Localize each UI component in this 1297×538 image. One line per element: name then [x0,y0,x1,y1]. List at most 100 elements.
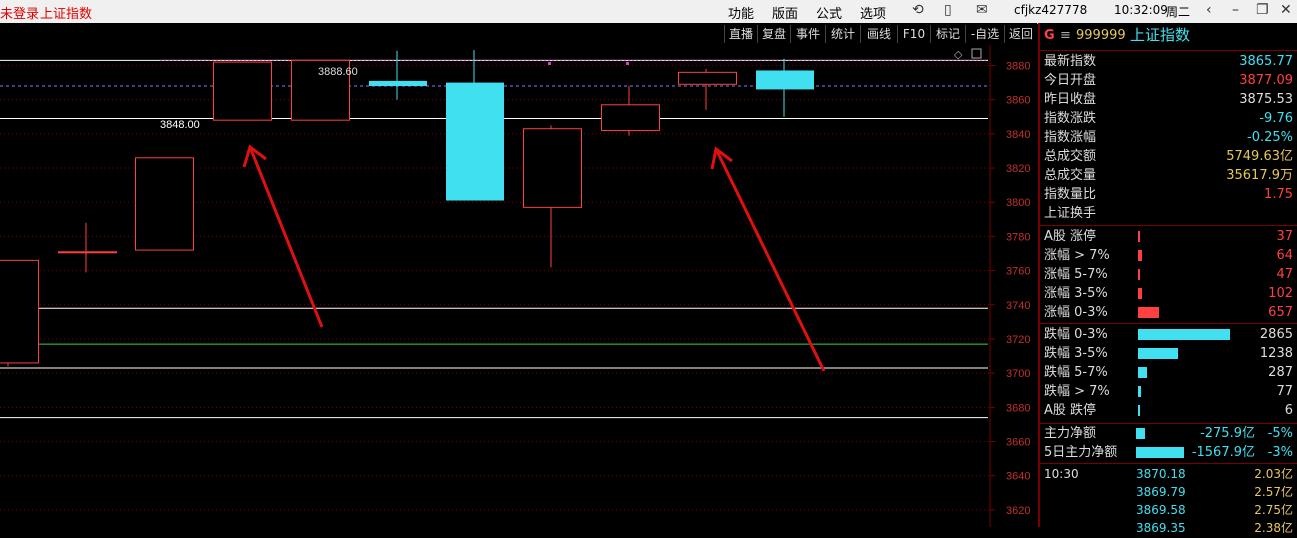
y-tick-label: 3720 [1006,334,1030,346]
toolbar-draw-button[interactable]: 画线 [860,25,897,43]
stat-value: 3877.09 [1239,73,1293,88]
refresh-icon[interactable]: ⟲ [912,2,924,18]
candle [213,61,272,121]
flow-pct: -5% [1267,426,1293,441]
candle [0,259,39,367]
stat-label: 总成交量 [1044,168,1097,183]
stat-label: 指数涨跌 [1044,111,1097,126]
panel-name: 上证指数 [1130,26,1191,44]
diamond-icon[interactable]: ◇ [954,48,963,61]
flow-row: 5日主力净额 -1567.9亿 -3% [1044,443,1295,462]
stat-row: 涨幅 0-3% 657 [1044,303,1295,322]
dist-bar [1138,307,1160,318]
menu-layout[interactable]: 版面 [772,3,798,22]
tick-row: 10:30 3870.18 2.03亿 [1044,465,1295,484]
stat-row: 总成交量 35617.9万 [1044,166,1295,185]
stat-label: 今日开盘 [1044,73,1097,88]
toolbar-replay-button[interactable]: 复盘 [757,25,790,43]
stat-label: 涨幅 0-3% [1044,305,1108,320]
dist-bar [1138,386,1141,397]
dist-bar [1138,231,1140,242]
high-annotation: 3888.60 [318,66,358,78]
toolbar-return-button[interactable]: 返回 [1004,25,1037,43]
stat-label: 最新指数 [1044,54,1097,69]
toolbar-stats-button[interactable]: 统计 [825,25,860,43]
chart-toolbar: 直播 复盘 事件 统计 画线 F10 标记 -自选 返回 [0,23,1037,45]
minimize-icon[interactable]: – [1232,2,1239,18]
mail-icon[interactable]: ✉ [976,2,988,18]
stat-value: 657 [1268,305,1293,320]
stat-row: 今日开盘 3877.09 [1044,71,1295,90]
y-tick-label: 3620 [1006,505,1030,517]
clock-weekday: 周二 [1166,5,1191,19]
toolbar-live-button[interactable]: 直播 [724,25,757,43]
tick-price: 3869.35 [1136,521,1186,535]
candle-body [601,104,660,131]
restore-icon[interactable]: ❐ [1256,2,1269,18]
toolbar-watchlist-button[interactable]: -自选 [965,25,1004,43]
candle-body [0,259,39,364]
y-tick-label: 3640 [1006,471,1030,483]
level-annotation: 3848.00 [160,119,200,131]
back-arrow-icon[interactable]: ‹ [1206,2,1212,18]
stat-value: -9.76 [1259,111,1293,126]
flow-value: -1567.9亿 [1191,445,1255,460]
stat-value: 77 [1276,384,1293,399]
stat-value: 6 [1284,403,1293,418]
stat-label: A股 跌停 [1044,403,1097,418]
signal-marker [548,62,551,65]
stat-row: 跌幅 0-3% 2865 [1044,325,1295,344]
stat-row: 跌幅 5-7% 287 [1044,363,1295,382]
top-bar: 未登录 上证指数 功能 版面 公式 选项 ⟲ ▯ ✉ cfjkz427778 1… [0,0,1297,24]
flow-pct: -3% [1267,445,1293,460]
candlestick-chart[interactable]: 3620 3640 3660 3680 3700 3720 3740 3760 3780 3800… [0,45,1037,527]
candle [135,157,194,251]
menu-icon[interactable]: ≡ [1060,26,1071,45]
stat-row: 涨幅 5-7% 47 [1044,265,1295,284]
stat-label: A股 涨停 [1044,229,1097,244]
stat-row: A股 涨停 37 [1044,227,1295,246]
login-status[interactable]: 未登录 [0,3,39,22]
stat-label: 总成交额 [1044,149,1097,164]
stat-row: 上证换手 [1044,204,1295,223]
stat-label: 昨日收盘 [1044,92,1097,107]
tick-amount: 2.57亿 [1254,485,1293,499]
stat-label: 上证换手 [1044,206,1097,221]
toolbar-events-button[interactable]: 事件 [790,25,825,43]
user-name[interactable]: cfjkz427778 [1014,3,1087,17]
dist-bar [1138,288,1142,299]
stat-row: 跌幅 3-5% 1238 [1044,344,1295,363]
stat-row: 涨幅 > 7% 64 [1044,246,1295,265]
stat-value: 35617.9万 [1226,168,1293,183]
menu-options[interactable]: 选项 [860,3,886,22]
flow-bar [1136,447,1185,458]
index-title: 上证指数 [40,7,93,22]
tick-amount: 2.03亿 [1254,467,1293,481]
toolbar-f10-button[interactable]: F10 [897,25,930,43]
toolbar-mark-button[interactable]: 标记 [930,25,965,43]
stat-label: 指数涨幅 [1044,130,1097,145]
flow-label: 5日主力净额 [1044,445,1118,460]
candle-body [678,71,737,85]
stat-row: 总成交额 5749.63亿 [1044,147,1295,166]
close-icon[interactable]: ✕ [1280,2,1292,18]
tick-price: 3870.18 [1136,467,1186,481]
menu-function[interactable]: 功能 [728,3,754,22]
menu-formula[interactable]: 公式 [816,3,842,22]
dist-bar [1138,405,1140,416]
y-tick-label: 3740 [1006,300,1030,312]
panel-code: 999999 [1076,28,1126,43]
stat-row: 昨日收盘 3875.53 [1044,90,1295,109]
signal-marker [626,62,629,65]
stat-label: 涨幅 3-5% [1044,286,1108,301]
y-tick-label: 3880 [1006,60,1030,72]
stat-value: 1238 [1259,346,1293,361]
candle-body [446,82,504,201]
stat-value: 37 [1276,229,1293,244]
stat-value: 5749.63亿 [1226,149,1293,164]
phone-icon[interactable]: ▯ [944,2,952,18]
flow-value: -275.9亿 [1200,426,1255,441]
stat-label: 涨幅 > 7% [1044,248,1110,263]
dist-bar [1138,250,1142,261]
candle-body [213,61,272,121]
